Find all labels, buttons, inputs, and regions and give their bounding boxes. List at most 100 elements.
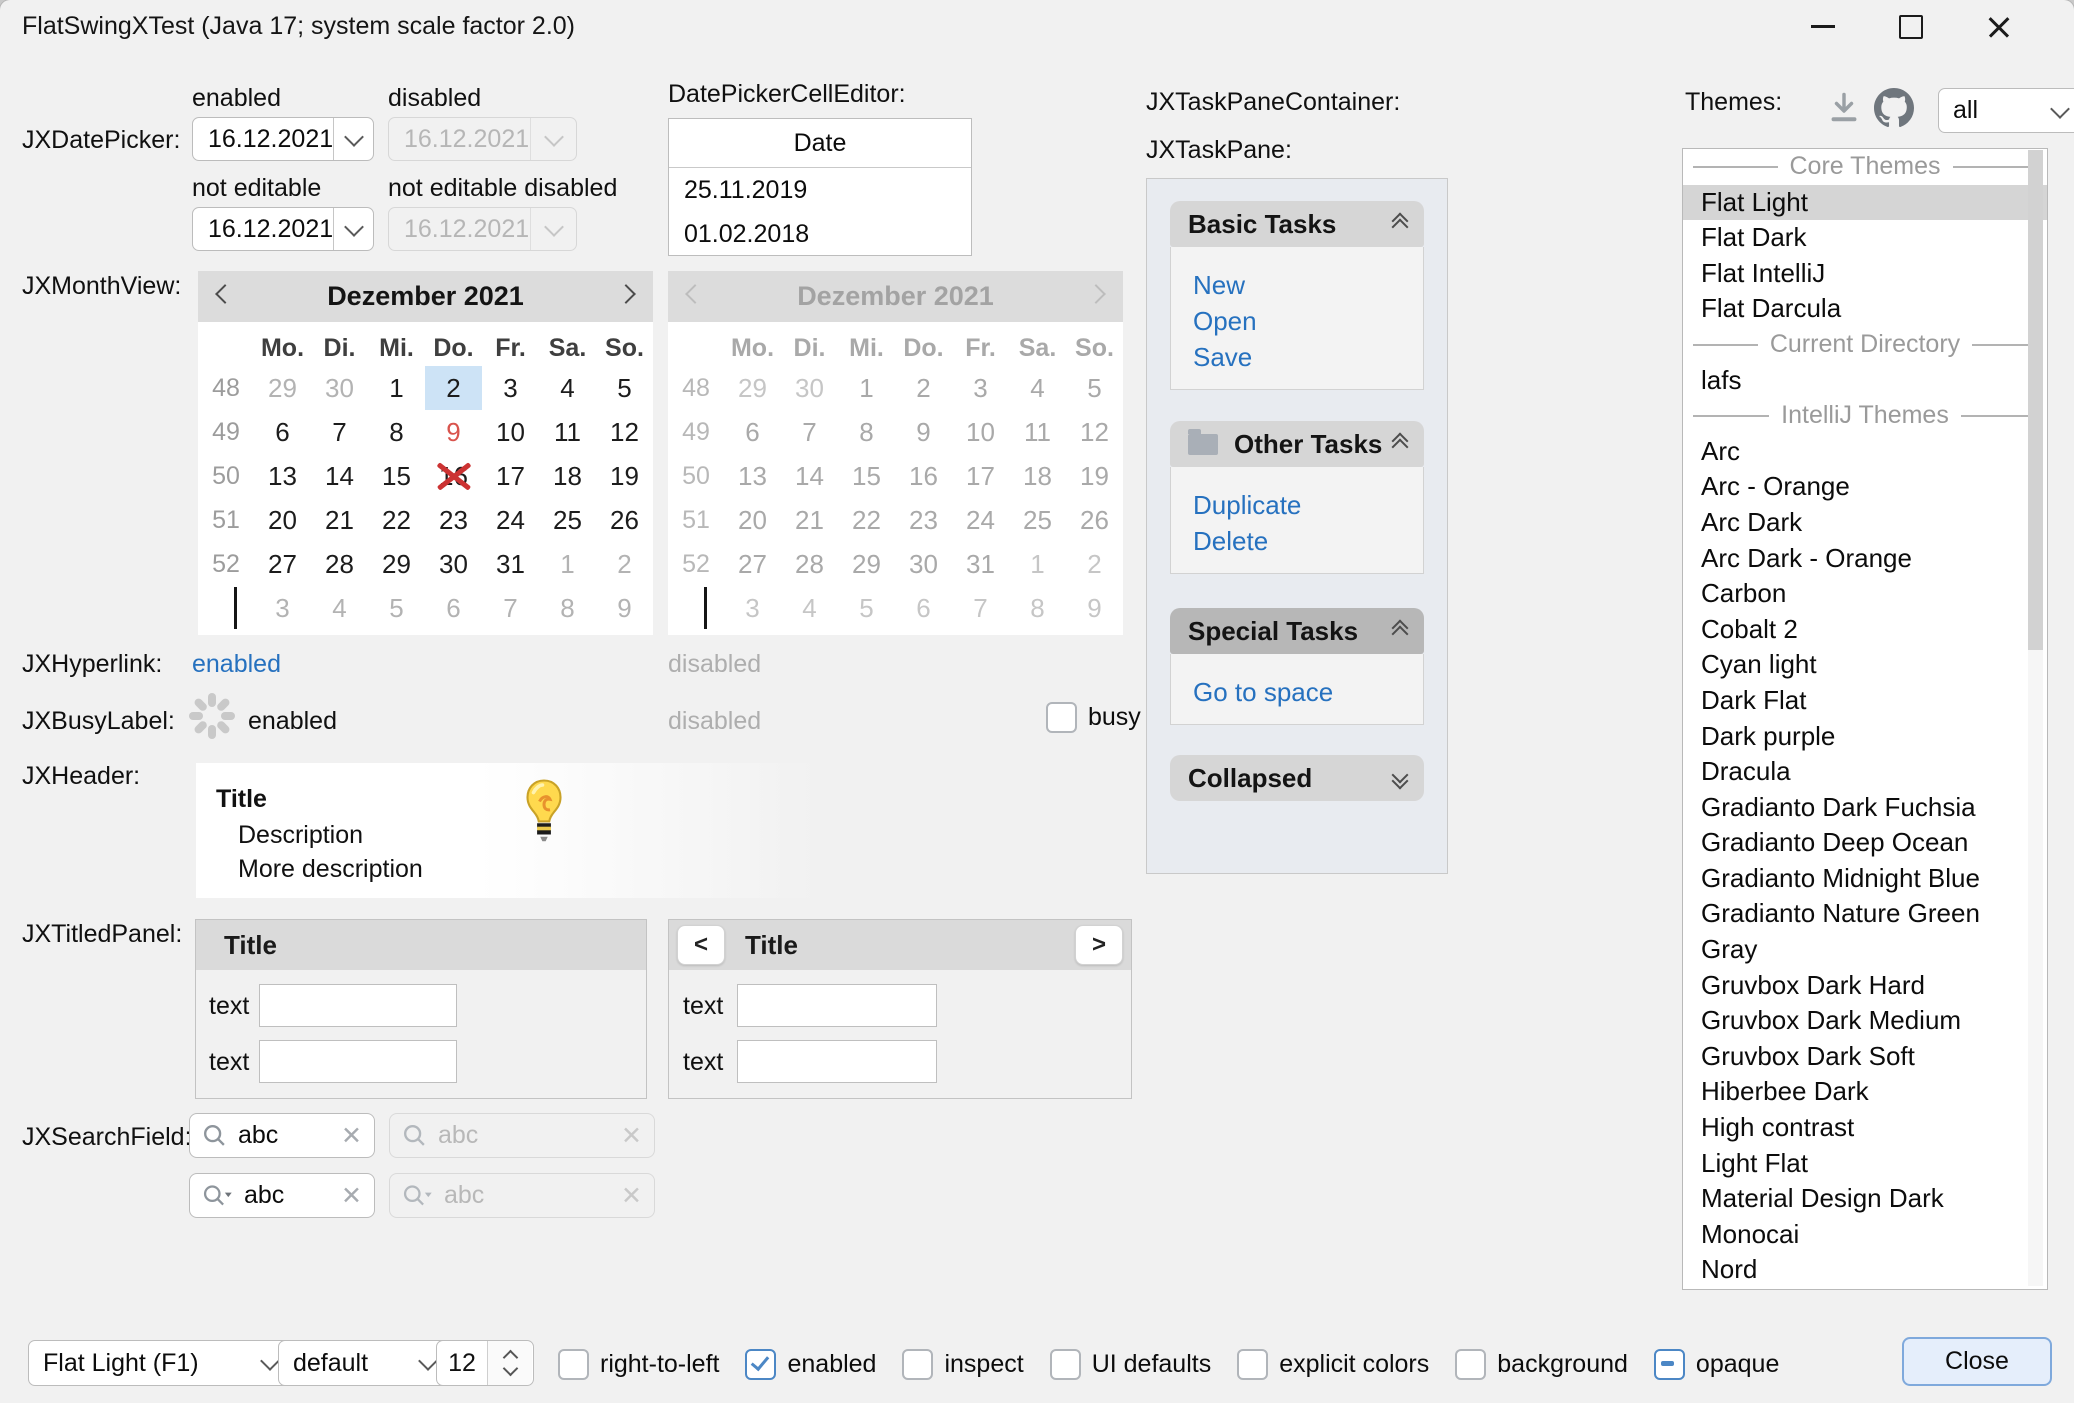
taskpane-titlebar[interactable]: Basic Tasks (1170, 201, 1424, 247)
day-cell[interactable]: 4 (311, 586, 368, 630)
day-cell[interactable]: 19 (596, 454, 653, 498)
theme-list-item[interactable]: lafs (1683, 363, 2047, 399)
collapse-icon[interactable] (1394, 215, 1406, 233)
minimize-button[interactable] (1790, 0, 1856, 53)
checkbox[interactable] (1455, 1349, 1486, 1380)
theme-list-item[interactable]: Hiberbee Dark (1683, 1074, 2047, 1110)
day-cell[interactable]: 7 (311, 410, 368, 454)
day-cell[interactable]: 21 (311, 498, 368, 542)
theme-list-item[interactable]: Flat Darcula (1683, 291, 2047, 327)
theme-list-item[interactable]: Carbon (1683, 576, 2047, 612)
checkbox[interactable] (1654, 1349, 1685, 1380)
theme-list-item[interactable]: Nord (1683, 1252, 2047, 1288)
day-cell[interactable]: 20 (254, 498, 311, 542)
text-input[interactable] (259, 1040, 457, 1083)
day-cell[interactable]: 11 (539, 410, 596, 454)
task-link[interactable]: Duplicate (1193, 487, 1423, 523)
taskpane-titlebar[interactable]: Special Tasks (1170, 608, 1424, 654)
theme-list-item[interactable]: Arc (1683, 434, 2047, 470)
next-button[interactable]: > (1075, 925, 1123, 965)
day-cell[interactable]: 7 (482, 586, 539, 630)
theme-list-item[interactable]: Cyan light (1683, 647, 2047, 683)
day-cell[interactable]: 10 (482, 410, 539, 454)
day-cell[interactable]: 8 (368, 410, 425, 454)
task-link[interactable]: Go to space (1193, 674, 1423, 710)
day-cell[interactable]: 4 (539, 366, 596, 410)
checkbox[interactable] (1237, 1349, 1268, 1380)
task-link[interactable]: Open (1193, 303, 1423, 339)
theme-list-item[interactable]: Flat Light (1683, 185, 2047, 221)
day-cell[interactable]: 1 (539, 542, 596, 586)
checkbox[interactable] (1050, 1349, 1081, 1380)
day-cell[interactable]: 2 (425, 366, 482, 410)
theme-list-item[interactable]: Gray (1683, 932, 2047, 968)
theme-list-item[interactable]: Gradianto Deep Ocean (1683, 825, 2047, 861)
datepicker-dropdown-button[interactable] (333, 118, 373, 160)
busy-checkbox-group[interactable]: busy (1046, 702, 1141, 733)
day-cell[interactable]: 18 (539, 454, 596, 498)
day-cell[interactable]: 23 (425, 498, 482, 542)
day-cell[interactable]: 17 (482, 454, 539, 498)
search-text[interactable]: abc (244, 1181, 284, 1210)
theme-list-item[interactable]: Material Design Dark (1683, 1181, 2047, 1217)
text-input[interactable] (259, 984, 457, 1027)
day-cell[interactable]: 5 (368, 586, 425, 630)
day-cell[interactable]: 3 (482, 366, 539, 410)
day-cell[interactable]: 2 (596, 542, 653, 586)
searchfield-dropdown-enabled[interactable]: abc ✕ (189, 1173, 375, 1218)
collapse-icon[interactable] (1394, 622, 1406, 640)
theme-list-item[interactable]: Flat Dark (1683, 220, 2047, 256)
day-cell[interactable]: 26 (596, 498, 653, 542)
theme-list-item[interactable]: Gruvbox Dark Hard (1683, 968, 2047, 1004)
close-button[interactable]: Close (1902, 1337, 2052, 1386)
task-link[interactable]: New (1193, 267, 1423, 303)
theme-list-item[interactable]: High contrast (1683, 1110, 2047, 1146)
clear-search-icon[interactable]: ✕ (341, 1181, 362, 1211)
checkbox-enabled[interactable]: enabled (745, 1349, 876, 1380)
prev-month-button[interactable] (218, 287, 232, 306)
prev-button[interactable]: < (677, 925, 725, 965)
themes-scrollbar[interactable] (2028, 150, 2043, 1286)
day-cell[interactable]: 24 (482, 498, 539, 542)
font-size-value[interactable]: 12 (437, 1341, 487, 1385)
searchfield-enabled[interactable]: abc ✕ (189, 1113, 375, 1158)
text-input[interactable] (737, 1040, 937, 1083)
theme-list-item[interactable]: Gruvbox Dark Soft (1683, 1039, 2047, 1075)
text-input[interactable] (737, 984, 937, 1027)
theme-list-item[interactable]: Monocai (1683, 1217, 2047, 1253)
checkbox-right-to-left[interactable]: right-to-left (558, 1349, 719, 1380)
theme-list-item[interactable]: Arc Dark - Orange (1683, 541, 2047, 577)
maximize-button[interactable] (1878, 0, 1944, 53)
day-cell[interactable]: 5 (596, 366, 653, 410)
datepicker-dropdown-button[interactable] (333, 208, 373, 250)
datepicker-not-editable[interactable]: 16.12.2021 (192, 207, 374, 251)
theme-list-item[interactable]: Dracula (1683, 754, 2047, 790)
checkbox-explicit-colors[interactable]: explicit colors (1237, 1349, 1429, 1380)
day-cell[interactable]: 9 (596, 586, 653, 630)
laf-combobox[interactable]: Flat Light (F1) (28, 1340, 292, 1386)
scrollbar-thumb[interactable] (2028, 150, 2043, 650)
theme-list-item[interactable]: Gradianto Nature Green (1683, 896, 2047, 932)
datepicker-enabled[interactable]: 16.12.2021 (192, 117, 374, 161)
spinner-buttons[interactable] (487, 1341, 532, 1385)
theme-list-item[interactable]: Arc - Orange (1683, 469, 2047, 505)
day-cell[interactable]: 29 (254, 366, 311, 410)
theme-list-item[interactable]: Dark Flat (1683, 683, 2047, 719)
download-icon[interactable] (1826, 90, 1862, 126)
next-month-button[interactable] (619, 287, 633, 306)
day-cell[interactable]: 12 (596, 410, 653, 454)
day-cell[interactable]: 27 (254, 542, 311, 586)
collapse-icon[interactable] (1394, 435, 1406, 453)
theme-list-item[interactable]: Dark purple (1683, 719, 2047, 755)
date-value[interactable]: 16.12.2021 (193, 118, 333, 160)
day-cell[interactable]: 13 (254, 454, 311, 498)
font-size-spinner[interactable]: 12 (436, 1340, 534, 1386)
checkbox-ui-defaults[interactable]: UI defaults (1050, 1349, 1212, 1380)
checkbox-inspect[interactable]: inspect (902, 1349, 1023, 1380)
day-cell[interactable]: 14 (311, 454, 368, 498)
hyperlink-enabled[interactable]: enabled (192, 650, 281, 679)
day-cell[interactable]: 9 (425, 410, 482, 454)
theme-list-item[interactable]: Gruvbox Dark Medium (1683, 1003, 2047, 1039)
day-cell[interactable]: 31 (482, 542, 539, 586)
day-cell[interactable]: 25 (539, 498, 596, 542)
